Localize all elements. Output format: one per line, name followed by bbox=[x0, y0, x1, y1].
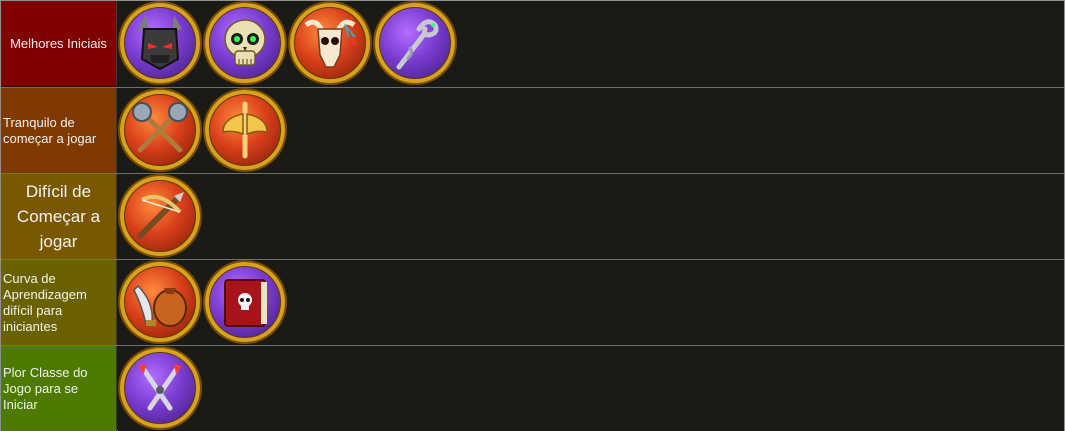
tier-row-1: Melhores Iniciais bbox=[1, 1, 1064, 86]
tier-label-3: Difícil de Começar a jogar bbox=[1, 174, 117, 259]
tier-label-text: Plor Classe do Jogo para se Iniciar bbox=[3, 364, 88, 412]
crossed-claws-icon[interactable] bbox=[120, 348, 200, 428]
tier-items-2 bbox=[118, 88, 1064, 173]
tier-items-4 bbox=[118, 260, 1064, 345]
tier-items-1 bbox=[118, 1, 1064, 86]
crossed-maces-icon[interactable] bbox=[120, 90, 200, 170]
tier-items-5 bbox=[118, 346, 1064, 431]
dagger-and-bag-icon[interactable] bbox=[120, 262, 200, 342]
tier-label-text: Tranquilo de começar a jogar bbox=[3, 114, 97, 146]
tier-label-2: Tranquilo de começar a jogar bbox=[1, 88, 117, 173]
tier-items-3 bbox=[118, 174, 1064, 259]
tier-row-3: Difícil de Começar a jogar bbox=[1, 173, 1064, 259]
tier-label-text: Melhores Iniciais bbox=[10, 36, 107, 51]
tier-label-5: Plor Classe do Jogo para se Iniciar bbox=[1, 346, 117, 431]
serpent-staff-icon[interactable] bbox=[375, 3, 455, 83]
skull-icon[interactable] bbox=[205, 3, 285, 83]
horned-helmet-icon[interactable] bbox=[120, 3, 200, 83]
tier-list: Melhores Iniciais Tranquilo de começar a… bbox=[0, 0, 1065, 431]
ram-skull-icon[interactable] bbox=[290, 3, 370, 83]
tier-row-2: Tranquilo de começar a jogar bbox=[1, 87, 1064, 173]
tier-label-text: Curva de Aprendizagem difícil para inici… bbox=[3, 270, 87, 334]
skull-tome-icon[interactable] bbox=[205, 262, 285, 342]
tier-label-1: Melhores Iniciais bbox=[1, 1, 117, 86]
crossbow-icon[interactable] bbox=[120, 176, 200, 256]
double-axe-icon[interactable] bbox=[205, 90, 285, 170]
tier-label-text: Difícil de Começar a jogar bbox=[16, 182, 101, 251]
tier-label-4: Curva de Aprendizagem difícil para inici… bbox=[1, 260, 117, 345]
tier-row-4: Curva de Aprendizagem difícil para inici… bbox=[1, 259, 1064, 345]
tier-row-5: Plor Classe do Jogo para se Iniciar bbox=[1, 345, 1064, 431]
